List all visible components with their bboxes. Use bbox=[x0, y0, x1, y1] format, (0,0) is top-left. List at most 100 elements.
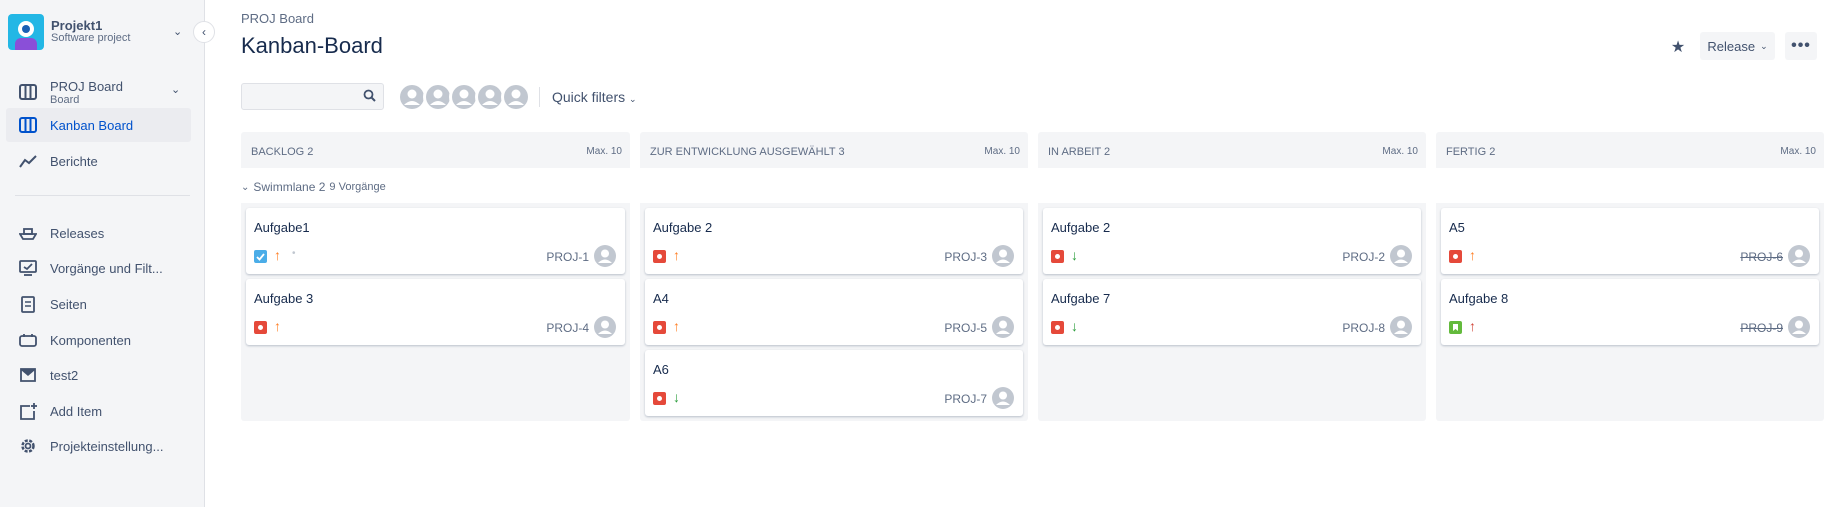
search-icon[interactable] bbox=[363, 89, 376, 107]
column-title: ZUR ENTWICKLUNG AUSGEWÄHLT 3 bbox=[650, 146, 845, 158]
quick-filters-dropdown[interactable]: Quick filters ⌄ bbox=[552, 89, 637, 105]
sidebar: Projekt1 Software project ⌄ PROJ Board Bo… bbox=[0, 0, 205, 507]
breadcrumb[interactable]: PROJ Board bbox=[241, 11, 314, 26]
sidebar-item-label: Vorgänge und Filt... bbox=[50, 260, 163, 276]
issue-card[interactable]: A4 ↑ PROJ-5 bbox=[645, 279, 1023, 345]
card-title: Aufgabe 2 bbox=[653, 220, 713, 235]
sidebar-item-komponenten[interactable]: Komponenten bbox=[6, 323, 191, 357]
story-type-icon bbox=[1449, 321, 1462, 334]
search-input[interactable] bbox=[242, 84, 352, 109]
board-icon bbox=[16, 82, 40, 102]
bug-type-icon bbox=[653, 250, 666, 263]
issue-key[interactable]: PROJ-2 bbox=[1342, 250, 1385, 264]
sidebar-item-berichte[interactable]: Berichte bbox=[6, 144, 191, 178]
sidebar-divider bbox=[15, 195, 190, 196]
sidebar-item-label: Seiten bbox=[50, 296, 87, 312]
card-title: A5 bbox=[1449, 220, 1465, 235]
issue-key[interactable]: PROJ-8 bbox=[1342, 321, 1385, 335]
sidebar-board-sub: Board bbox=[50, 93, 80, 106]
sidebar-board-selector[interactable]: PROJ Board Board ⌄ bbox=[6, 73, 191, 111]
issue-key[interactable]: PROJ-4 bbox=[546, 321, 589, 335]
column-body: Aufgabe 2 ↓ PROJ-2 Aufgabe 7 ↓ PROJ-8 bbox=[1038, 203, 1426, 421]
project-avatar bbox=[8, 14, 44, 50]
issue-key[interactable]: PROJ-7 bbox=[944, 392, 987, 406]
issue-key[interactable]: PROJ-9 bbox=[1740, 321, 1783, 335]
assignee-avatar[interactable] bbox=[991, 386, 1015, 410]
release-label: Release bbox=[1707, 38, 1756, 54]
card-title: Aufgabe1 bbox=[254, 220, 310, 235]
issue-card[interactable]: Aufgabe 3 ↑ PROJ-4 bbox=[246, 279, 625, 345]
assignee-avatar[interactable] bbox=[593, 244, 617, 268]
column-title: FERTIG 2 bbox=[1446, 146, 1496, 158]
issue-card[interactable]: A5 ↑ PROJ-6 bbox=[1441, 208, 1819, 274]
more-button[interactable]: ••• bbox=[1785, 32, 1817, 60]
board-icon bbox=[16, 115, 40, 135]
card-title: Aufgabe 8 bbox=[1449, 291, 1509, 306]
sidebar-item-releases[interactable]: Releases bbox=[6, 216, 191, 250]
issue-key[interactable]: PROJ-5 bbox=[944, 321, 987, 335]
avatar[interactable] bbox=[501, 82, 531, 112]
priority-high-icon: ↑ bbox=[1469, 318, 1476, 334]
chevron-down-icon: ⌄ bbox=[629, 94, 637, 104]
bug-type-icon bbox=[1051, 250, 1064, 263]
sidebar-item-kanban-board[interactable]: Kanban Board bbox=[6, 108, 191, 142]
sidebar-item-settings[interactable]: Projekteinstellung... bbox=[6, 429, 191, 463]
swimlane-label: Swimmlane 2 bbox=[253, 180, 326, 194]
assignee-avatar[interactable] bbox=[1389, 244, 1413, 268]
assignee-avatar[interactable] bbox=[593, 315, 617, 339]
column-body: A5 ↑ PROJ-6 Aufgabe 8 ↑ PROJ-9 bbox=[1436, 203, 1824, 421]
task-type-icon bbox=[254, 250, 267, 263]
column-body: Aufgabe 2 ↑ PROJ-3 A4 ↑ PROJ-5 A6 ↓ PROJ-7 bbox=[640, 203, 1028, 421]
star-icon[interactable]: ★ bbox=[1664, 34, 1692, 60]
chevron-down-icon[interactable]: ⌄ bbox=[171, 83, 180, 96]
priority-up-icon: ↑ bbox=[1469, 247, 1476, 263]
column-max: Max. 10 bbox=[1780, 146, 1816, 157]
page-icon bbox=[16, 294, 40, 314]
issue-key[interactable]: PROJ-1 bbox=[546, 250, 589, 264]
column-header: IN ARBEIT 2 Max. 10 bbox=[1038, 132, 1426, 168]
column-max: Max. 10 bbox=[586, 146, 622, 157]
card-title: Aufgabe 7 bbox=[1051, 291, 1111, 306]
column-title: BACKLOG 2 bbox=[251, 146, 314, 158]
priority-up-icon: ↑ bbox=[274, 318, 281, 334]
assignee-avatar[interactable] bbox=[991, 244, 1015, 268]
project-header[interactable]: Projekt1 Software project ⌄ bbox=[8, 14, 193, 50]
sidebar-item-vorgaenge[interactable]: Vorgänge und Filt... bbox=[6, 251, 191, 285]
column-max: Max. 10 bbox=[1382, 146, 1418, 157]
issue-card[interactable]: Aufgabe1 ↑ • PROJ-1 bbox=[246, 208, 625, 274]
release-button[interactable]: Release ⌄ bbox=[1700, 32, 1775, 60]
issue-key[interactable]: PROJ-3 bbox=[944, 250, 987, 264]
issue-card[interactable]: Aufgabe 2 ↓ PROJ-2 bbox=[1043, 208, 1421, 274]
issues-icon bbox=[16, 258, 40, 278]
assignee-avatar[interactable] bbox=[1389, 315, 1413, 339]
priority-up-icon: ↑ bbox=[673, 318, 680, 334]
card-title: A6 bbox=[653, 362, 669, 377]
sidebar-item-add-item[interactable]: Add Item bbox=[6, 394, 191, 428]
priority-down-icon: ↓ bbox=[1071, 247, 1078, 263]
assignee-avatar[interactable] bbox=[991, 315, 1015, 339]
assignee-avatar[interactable] bbox=[1787, 244, 1811, 268]
divider bbox=[539, 87, 540, 107]
issue-card[interactable]: Aufgabe 7 ↓ PROJ-8 bbox=[1043, 279, 1421, 345]
issue-card[interactable]: Aufgabe 2 ↑ PROJ-3 bbox=[645, 208, 1023, 274]
sidebar-item-label: Releases bbox=[50, 225, 105, 241]
issue-card[interactable]: Aufgabe 8 ↑ PROJ-9 bbox=[1441, 279, 1819, 345]
sidebar-item-label: Kanban Board bbox=[50, 117, 134, 133]
column-title: IN ARBEIT 2 bbox=[1048, 146, 1111, 158]
ship-icon bbox=[16, 223, 40, 243]
swimlane-header[interactable]: ⌄ Swimmlane 2 9 Vorgänge bbox=[241, 180, 386, 194]
chevron-down-icon[interactable]: ⌄ bbox=[173, 25, 182, 38]
sidebar-item-seiten[interactable]: Seiten bbox=[6, 287, 191, 321]
search-field[interactable] bbox=[241, 83, 384, 110]
sidebar-item-label: test2 bbox=[50, 367, 79, 383]
column-header: ZUR ENTWICKLUNG AUSGEWÄHLT 3 Max. 10 bbox=[640, 132, 1028, 168]
priority-down-icon: ↓ bbox=[1071, 318, 1078, 334]
add-item-icon bbox=[16, 401, 40, 421]
column-max: Max. 10 bbox=[984, 146, 1020, 157]
collapse-sidebar-button[interactable]: ‹ bbox=[193, 21, 215, 43]
issue-key[interactable]: PROJ-6 bbox=[1740, 250, 1783, 264]
assignee-avatar[interactable] bbox=[1787, 315, 1811, 339]
sidebar-item-test2[interactable]: test2 bbox=[6, 358, 191, 392]
issue-card[interactable]: A6 ↓ PROJ-7 bbox=[645, 350, 1023, 416]
bug-type-icon bbox=[653, 392, 666, 405]
